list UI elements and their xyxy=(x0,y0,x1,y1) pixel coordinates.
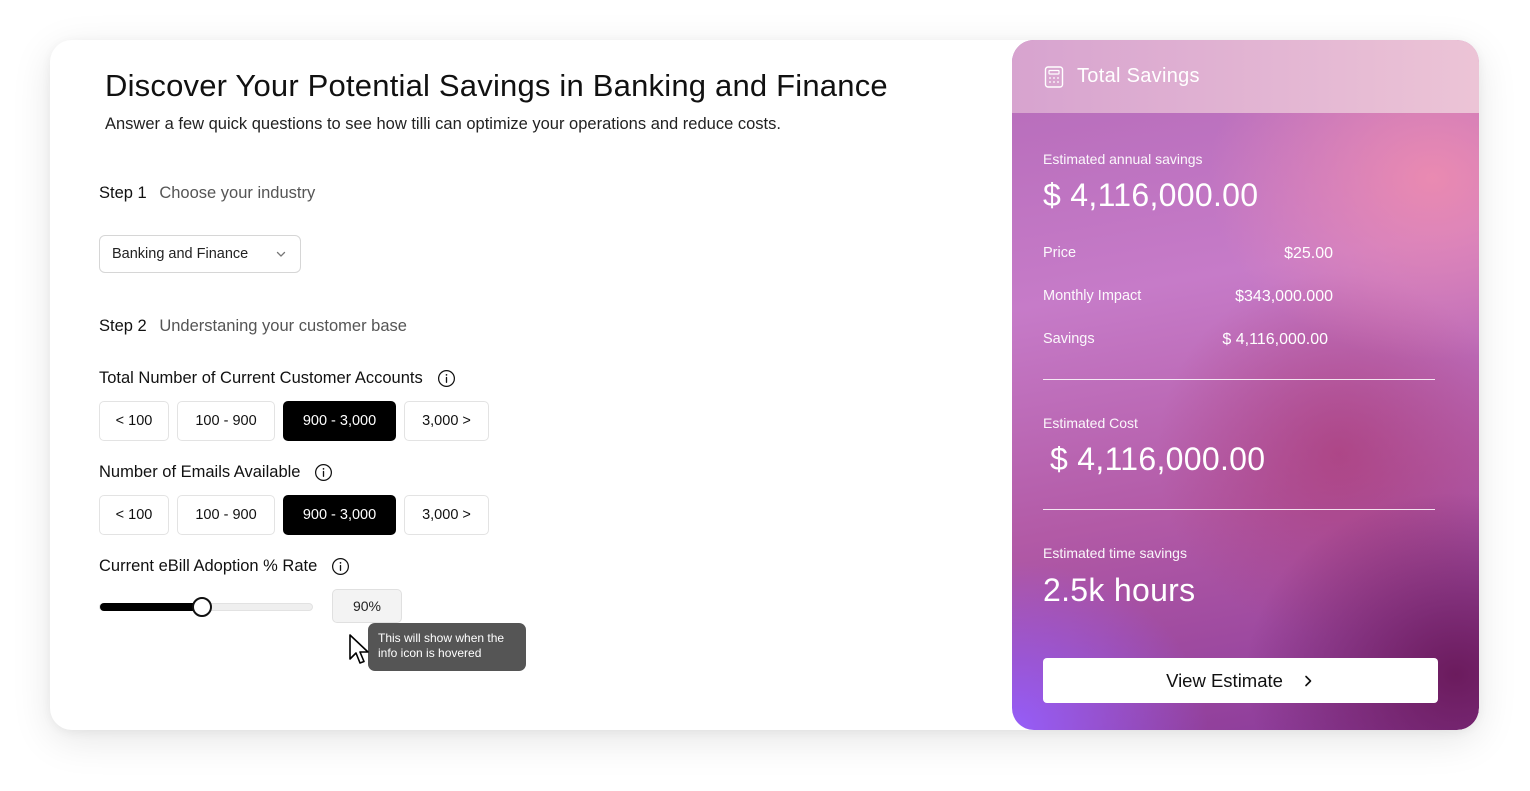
time-savings-label: Estimated time savings xyxy=(1043,545,1187,561)
ebill-slider-track[interactable] xyxy=(99,597,313,617)
total-savings-panel: Total Savings Estimated annual savings $… xyxy=(1012,40,1479,730)
info-tooltip: This will show when the info icon is hov… xyxy=(368,623,526,671)
summary-row-key: Savings xyxy=(1043,331,1095,347)
emails-options: < 100 100 - 900 900 - 3,000 3,000 > xyxy=(99,495,489,535)
questionnaire-panel: Discover Your Potential Savings in Banki… xyxy=(50,40,1012,730)
accounts-option[interactable]: 100 - 900 xyxy=(177,401,275,441)
ebill-rate-value[interactable]: 90% xyxy=(332,589,402,623)
ebill-slider-fill xyxy=(100,603,202,611)
chevron-right-icon xyxy=(1305,675,1312,686)
accounts-option-selected[interactable]: 900 - 3,000 xyxy=(283,401,396,441)
summary-row-key: Price xyxy=(1043,245,1077,261)
annual-savings-value: $ 4,116,000.00 xyxy=(1043,177,1259,213)
savings-calculator-card: Discover Your Potential Savings in Banki… xyxy=(50,40,1479,730)
summary-row-key: Monthly Impact xyxy=(1043,288,1142,304)
annual-savings-label: Estimated annual savings xyxy=(1043,151,1203,167)
info-icon[interactable] xyxy=(331,557,350,576)
mouse-pointer-icon xyxy=(349,634,369,664)
industry-select[interactable]: Banking and Finance xyxy=(99,235,301,273)
estimated-cost-label: Estimated Cost xyxy=(1043,415,1138,431)
step-1-description: Choose your industry xyxy=(159,184,316,202)
summary-row: Savings $ 4,116,000.00 xyxy=(1043,331,1328,349)
ebill-question-label: Current eBill Adoption % Rate xyxy=(99,557,318,575)
divider xyxy=(1043,379,1435,380)
emails-question-label: Number of Emails Available xyxy=(99,463,301,481)
ebill-slider-handle[interactable] xyxy=(191,597,212,617)
chevron-down-icon xyxy=(276,251,286,257)
emails-question: Number of Emails Available xyxy=(99,463,333,482)
accounts-options: < 100 100 - 900 900 - 3,000 3,000 > xyxy=(99,401,489,441)
page-title: Discover Your Potential Savings in Banki… xyxy=(105,68,888,103)
summary-row-value: $ 4,116,000.00 xyxy=(1222,331,1328,348)
emails-option[interactable]: 3,000 > xyxy=(404,495,489,535)
emails-option-selected[interactable]: 900 - 3,000 xyxy=(283,495,396,535)
ebill-question: Current eBill Adoption % Rate xyxy=(99,557,350,576)
step-2-number: Step 2 xyxy=(99,317,147,335)
summary-row-value: $343,000.000 xyxy=(1235,288,1333,305)
step-2-description: Understaning your customer base xyxy=(159,317,407,335)
accounts-option[interactable]: 3,000 > xyxy=(404,401,489,441)
page-subtitle: Answer a few quick questions to see how … xyxy=(105,115,781,133)
total-savings-header: Total Savings xyxy=(1012,40,1479,113)
emails-option[interactable]: 100 - 900 xyxy=(177,495,275,535)
calculator-icon xyxy=(1044,65,1064,88)
summary-row: Monthly Impact $343,000.000 xyxy=(1043,288,1333,306)
view-estimate-button[interactable]: View Estimate xyxy=(1043,658,1438,703)
time-savings-value: 2.5k hours xyxy=(1043,572,1196,608)
estimated-cost-value: $ 4,116,000.00 xyxy=(1050,441,1266,477)
total-savings-title: Total Savings xyxy=(1077,65,1200,87)
step-2-heading: Step 2 Understaning your customer base xyxy=(99,317,407,336)
emails-option[interactable]: < 100 xyxy=(99,495,169,535)
industry-select-value: Banking and Finance xyxy=(112,246,249,262)
accounts-question: Total Number of Current Customer Account… xyxy=(99,369,456,388)
accounts-question-label: Total Number of Current Customer Account… xyxy=(99,369,423,387)
step-1-heading: Step 1 Choose your industry xyxy=(99,184,315,203)
info-icon[interactable] xyxy=(437,369,456,388)
accounts-option[interactable]: < 100 xyxy=(99,401,169,441)
summary-row-value: $25.00 xyxy=(1284,245,1333,262)
info-icon[interactable] xyxy=(314,463,333,482)
view-estimate-label: View Estimate xyxy=(1166,669,1283,691)
summary-row: Price $25.00 xyxy=(1043,245,1333,263)
step-1-number: Step 1 xyxy=(99,184,147,202)
divider xyxy=(1043,509,1435,510)
